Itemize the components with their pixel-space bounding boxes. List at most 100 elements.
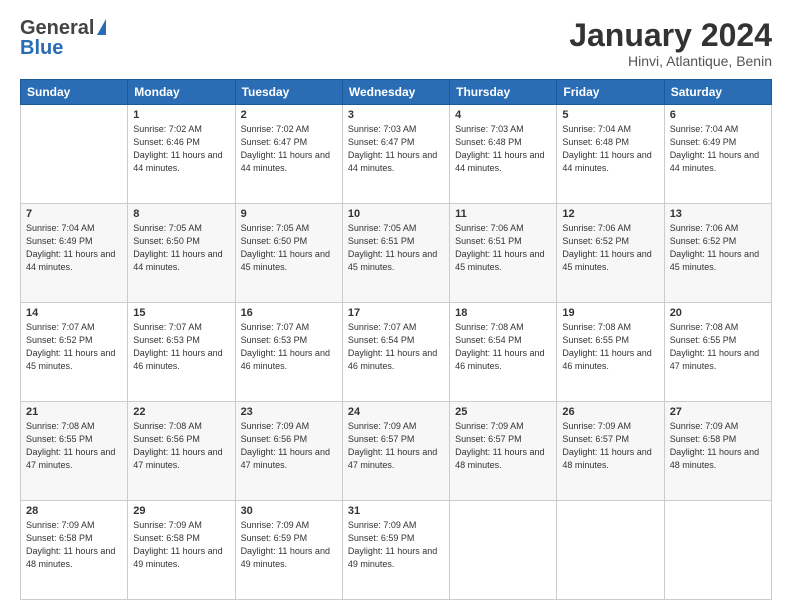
calendar-table: Sunday Monday Tuesday Wednesday Thursday… <box>20 79 772 600</box>
table-row: 28 Sunrise: 7:09 AM Sunset: 6:58 PM Dayli… <box>21 501 128 600</box>
day-number: 18 <box>455 307 551 319</box>
table-row: 1Sunrise: 7:02 AM Sunset: 6:46 PM Daylig… <box>128 105 235 204</box>
day-number: 17 <box>348 307 444 319</box>
table-row: 14 Sunrise: 7:07 AM Sunset: 6:52 PM Dayli… <box>21 303 128 402</box>
day-number: 14 <box>26 307 122 319</box>
table-row <box>450 501 557 600</box>
cell-details: Sunrise: 7:04 AM Sunset: 6:48 PM Dayligh… <box>562 123 658 175</box>
cell-details: Sunrise: 7:06 AM Sunset: 6:51 PM Dayligh… <box>455 222 551 274</box>
calendar-week-row: 28 Sunrise: 7:09 AM Sunset: 6:58 PM Dayli… <box>21 501 772 600</box>
table-row: 31 Sunrise: 7:09 AM Sunset: 6:59 PM Dayli… <box>342 501 449 600</box>
cell-details: Sunrise: 7:02 AM Sunset: 6:46 PM Dayligh… <box>133 123 229 175</box>
table-row: 7 Sunrise: 7:04 AM Sunset: 6:49 PM Daylig… <box>21 204 128 303</box>
day-number: 12 <box>562 208 658 220</box>
day-number: 16 <box>241 307 337 319</box>
cell-details: Sunrise: 7:03 AM Sunset: 6:48 PM Dayligh… <box>455 123 551 175</box>
calendar-week-row: 21Sunrise: 7:08 AM Sunset: 6:55 PM Dayli… <box>21 402 772 501</box>
cell-details: Sunrise: 7:02 AM Sunset: 6:47 PM Dayligh… <box>241 123 337 175</box>
day-number: 23 <box>241 406 337 418</box>
cell-details: Sunrise: 7:09 AM Sunset: 6:58 PM Dayligh… <box>133 519 229 571</box>
cell-details: Sunrise: 7:05 AM Sunset: 6:50 PM Dayligh… <box>241 222 337 274</box>
calendar-week-row: 7 Sunrise: 7:04 AM Sunset: 6:49 PM Daylig… <box>21 204 772 303</box>
cell-details: Sunrise: 7:09 AM Sunset: 6:58 PM Dayligh… <box>26 519 122 571</box>
cell-details: Sunrise: 7:08 AM Sunset: 6:54 PM Dayligh… <box>455 321 551 373</box>
cell-details: Sunrise: 7:09 AM Sunset: 6:57 PM Dayligh… <box>455 420 551 472</box>
day-number: 28 <box>26 505 122 517</box>
calendar-title: January 2024 <box>569 18 772 53</box>
col-friday: Friday <box>557 80 664 105</box>
table-row: 3Sunrise: 7:03 AM Sunset: 6:47 PM Daylig… <box>342 105 449 204</box>
table-row: 11 Sunrise: 7:06 AM Sunset: 6:51 PM Dayli… <box>450 204 557 303</box>
day-number: 30 <box>241 505 337 517</box>
day-number: 9 <box>241 208 337 220</box>
day-number: 8 <box>133 208 229 220</box>
table-row: 21Sunrise: 7:08 AM Sunset: 6:55 PM Dayli… <box>21 402 128 501</box>
cell-details: Sunrise: 7:05 AM Sunset: 6:50 PM Dayligh… <box>133 222 229 274</box>
logo: General Blue <box>20 18 106 58</box>
day-number: 26 <box>562 406 658 418</box>
logo-general: General <box>20 18 94 38</box>
logo-triangle-icon <box>97 19 106 35</box>
table-row: 9 Sunrise: 7:05 AM Sunset: 6:50 PM Daylig… <box>235 204 342 303</box>
table-row: 16 Sunrise: 7:07 AM Sunset: 6:53 PM Dayli… <box>235 303 342 402</box>
table-row: 12 Sunrise: 7:06 AM Sunset: 6:52 PM Dayli… <box>557 204 664 303</box>
cell-details: Sunrise: 7:07 AM Sunset: 6:52 PM Dayligh… <box>26 321 122 373</box>
cell-details: Sunrise: 7:07 AM Sunset: 6:53 PM Dayligh… <box>241 321 337 373</box>
table-row: 25Sunrise: 7:09 AM Sunset: 6:57 PM Dayli… <box>450 402 557 501</box>
table-row: 23Sunrise: 7:09 AM Sunset: 6:56 PM Dayli… <box>235 402 342 501</box>
header: General Blue January 2024 Hinvi, Atlanti… <box>20 18 772 69</box>
cell-details: Sunrise: 7:06 AM Sunset: 6:52 PM Dayligh… <box>562 222 658 274</box>
col-saturday: Saturday <box>664 80 771 105</box>
calendar-week-row: 1Sunrise: 7:02 AM Sunset: 6:46 PM Daylig… <box>21 105 772 204</box>
col-sunday: Sunday <box>21 80 128 105</box>
col-thursday: Thursday <box>450 80 557 105</box>
table-row: 20 Sunrise: 7:08 AM Sunset: 6:55 PM Dayli… <box>664 303 771 402</box>
day-number: 24 <box>348 406 444 418</box>
table-row: 26Sunrise: 7:09 AM Sunset: 6:57 PM Dayli… <box>557 402 664 501</box>
day-number: 29 <box>133 505 229 517</box>
logo-blue: Blue <box>20 38 63 58</box>
col-wednesday: Wednesday <box>342 80 449 105</box>
page: General Blue January 2024 Hinvi, Atlanti… <box>0 0 792 612</box>
table-row: 29 Sunrise: 7:09 AM Sunset: 6:58 PM Dayli… <box>128 501 235 600</box>
table-row: 19Sunrise: 7:08 AM Sunset: 6:55 PM Dayli… <box>557 303 664 402</box>
table-row: 8 Sunrise: 7:05 AM Sunset: 6:50 PM Daylig… <box>128 204 235 303</box>
calendar-location: Hinvi, Atlantique, Benin <box>569 53 772 69</box>
day-number: 22 <box>133 406 229 418</box>
cell-details: Sunrise: 7:09 AM Sunset: 6:57 PM Dayligh… <box>348 420 444 472</box>
table-row: 5Sunrise: 7:04 AM Sunset: 6:48 PM Daylig… <box>557 105 664 204</box>
cell-details: Sunrise: 7:07 AM Sunset: 6:53 PM Dayligh… <box>133 321 229 373</box>
table-row: 22Sunrise: 7:08 AM Sunset: 6:56 PM Dayli… <box>128 402 235 501</box>
cell-details: Sunrise: 7:09 AM Sunset: 6:58 PM Dayligh… <box>670 420 766 472</box>
day-number: 20 <box>670 307 766 319</box>
day-number: 6 <box>670 109 766 121</box>
table-row: 27 Sunrise: 7:09 AM Sunset: 6:58 PM Dayli… <box>664 402 771 501</box>
cell-details: Sunrise: 7:09 AM Sunset: 6:59 PM Dayligh… <box>241 519 337 571</box>
cell-details: Sunrise: 7:08 AM Sunset: 6:55 PM Dayligh… <box>26 420 122 472</box>
cell-details: Sunrise: 7:08 AM Sunset: 6:55 PM Dayligh… <box>670 321 766 373</box>
day-number: 27 <box>670 406 766 418</box>
table-row: 6 Sunrise: 7:04 AM Sunset: 6:49 PM Daylig… <box>664 105 771 204</box>
day-number: 19 <box>562 307 658 319</box>
day-number: 2 <box>241 109 337 121</box>
cell-details: Sunrise: 7:05 AM Sunset: 6:51 PM Dayligh… <box>348 222 444 274</box>
day-number: 11 <box>455 208 551 220</box>
table-row <box>21 105 128 204</box>
table-row <box>664 501 771 600</box>
col-tuesday: Tuesday <box>235 80 342 105</box>
cell-details: Sunrise: 7:07 AM Sunset: 6:54 PM Dayligh… <box>348 321 444 373</box>
table-row: 17 Sunrise: 7:07 AM Sunset: 6:54 PM Dayli… <box>342 303 449 402</box>
cell-details: Sunrise: 7:04 AM Sunset: 6:49 PM Dayligh… <box>26 222 122 274</box>
calendar-week-row: 14 Sunrise: 7:07 AM Sunset: 6:52 PM Dayli… <box>21 303 772 402</box>
day-number: 7 <box>26 208 122 220</box>
table-row: 24 Sunrise: 7:09 AM Sunset: 6:57 PM Dayli… <box>342 402 449 501</box>
table-row: 30 Sunrise: 7:09 AM Sunset: 6:59 PM Dayli… <box>235 501 342 600</box>
cell-details: Sunrise: 7:03 AM Sunset: 6:47 PM Dayligh… <box>348 123 444 175</box>
cell-details: Sunrise: 7:04 AM Sunset: 6:49 PM Dayligh… <box>670 123 766 175</box>
col-monday: Monday <box>128 80 235 105</box>
title-block: January 2024 Hinvi, Atlantique, Benin <box>569 18 772 69</box>
cell-details: Sunrise: 7:09 AM Sunset: 6:59 PM Dayligh… <box>348 519 444 571</box>
day-number: 31 <box>348 505 444 517</box>
table-row: 18 Sunrise: 7:08 AM Sunset: 6:54 PM Dayli… <box>450 303 557 402</box>
table-row: 10Sunrise: 7:05 AM Sunset: 6:51 PM Dayli… <box>342 204 449 303</box>
